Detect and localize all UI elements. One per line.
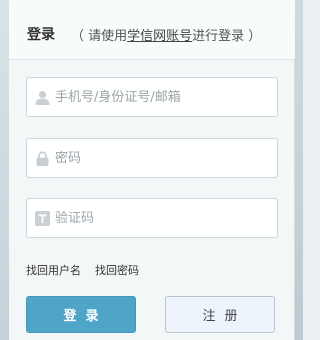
login-title: 登录 xyxy=(27,27,55,43)
chsi-account-link[interactable]: 学信网账号 xyxy=(127,29,192,44)
lock-icon xyxy=(36,151,49,166)
captcha-input[interactable] xyxy=(55,207,270,229)
password-input[interactable] xyxy=(55,147,270,169)
login-button[interactable]: 登录 xyxy=(26,296,136,333)
captcha-t-icon xyxy=(35,211,50,226)
login-hint: （ 请使用学信网账号进行登录 ） xyxy=(71,25,261,44)
background-right xyxy=(295,0,303,340)
password-field[interactable] xyxy=(26,138,278,178)
account-field[interactable] xyxy=(26,77,278,117)
login-panel: 登录 （ 请使用学信网账号进行登录 ） 找回用户名 找回密码 登录 注册 xyxy=(9,0,295,340)
user-icon xyxy=(35,91,50,105)
hint-prefix: （ 请使用 xyxy=(71,29,128,44)
recover-password-link[interactable]: 找回密码 xyxy=(95,264,139,277)
background-left xyxy=(0,0,9,340)
register-button[interactable]: 注册 xyxy=(165,296,275,333)
recover-username-link[interactable]: 找回用户名 xyxy=(26,264,81,277)
captcha-field[interactable] xyxy=(26,198,278,238)
hint-suffix: 进行登录 ） xyxy=(192,29,262,44)
recovery-links: 找回用户名 找回密码 xyxy=(26,262,139,278)
login-header: 登录 （ 请使用学信网账号进行登录 ） xyxy=(9,0,295,60)
account-input[interactable] xyxy=(55,86,270,108)
